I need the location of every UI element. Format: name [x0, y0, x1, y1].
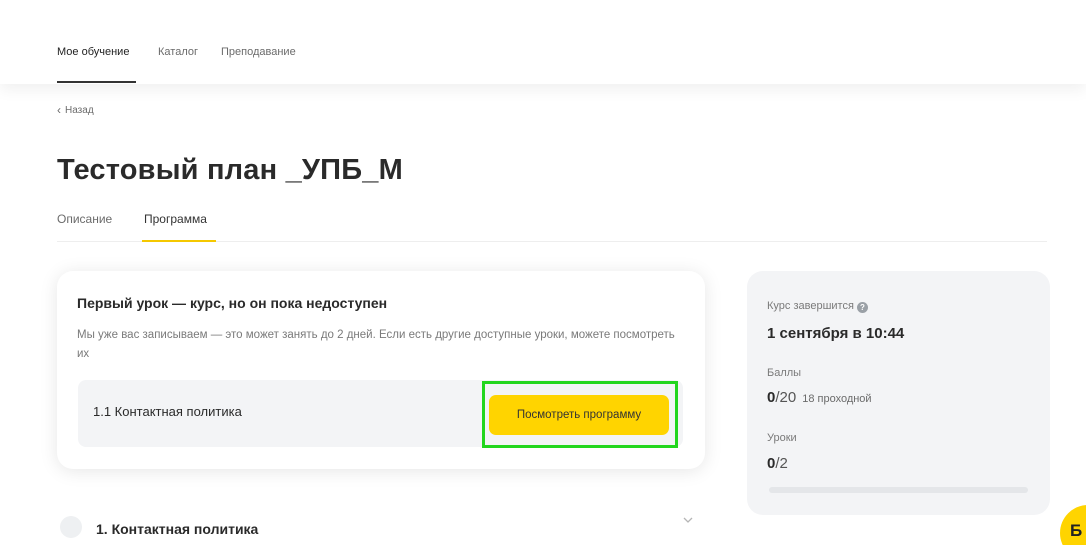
notice-title: Первый урок — курс, но он пока недоступе…	[77, 295, 388, 311]
course-ends-text: Курс завершится	[767, 300, 854, 312]
course-ends-label: Курс завершится?	[767, 300, 868, 313]
points-total: /20	[775, 389, 797, 406]
course-end-date: 1 сентября в 10:44	[767, 325, 905, 342]
lessons-value: 0/2	[767, 455, 788, 473]
back-link[interactable]: ‹ Назад	[57, 104, 94, 116]
nav-catalog[interactable]: Каталог	[158, 46, 198, 58]
tab-description[interactable]: Описание	[57, 212, 112, 226]
nav-teaching[interactable]: Преподавание	[221, 46, 296, 58]
course-info-panel: Курс завершится? 1 сентября в 10:44 Балл…	[747, 271, 1050, 515]
chat-icon: Б	[1070, 521, 1083, 540]
top-navigation: Мое обучение Каталог Преподавание	[0, 0, 1086, 84]
lesson-title: 1.1 Контактная политика	[93, 404, 242, 419]
lessons-total: /2	[775, 455, 788, 472]
chevron-left-icon: ‹	[57, 103, 61, 117]
nav-my-learning[interactable]: Мое обучение	[57, 46, 129, 58]
help-icon[interactable]: ?	[856, 302, 868, 313]
lessons-progress-bar	[769, 487, 1028, 493]
module-status-icon	[60, 516, 82, 538]
view-program-button[interactable]: Посмотреть программу	[489, 395, 669, 435]
chat-widget-button[interactable]: Б	[1060, 505, 1086, 545]
chevron-down-icon[interactable]	[682, 514, 694, 526]
lessons-label: Уроки	[767, 432, 797, 444]
module-row[interactable]: 1. Контактная политика	[60, 512, 705, 545]
page-title: Тестовый план _УПБ_М	[57, 154, 403, 186]
back-label: Назад	[65, 104, 94, 116]
notice-description: Мы уже вас записываем — это может занять…	[77, 329, 675, 360]
tab-active-underline	[142, 240, 216, 242]
points-passing: 18 проходной	[802, 393, 872, 405]
module-title: 1. Контактная политика	[96, 521, 259, 537]
points-value: 0/20 18 проходной	[767, 389, 872, 407]
nav-active-underline	[57, 81, 136, 83]
points-label: Баллы	[767, 367, 802, 379]
tab-program[interactable]: Программа	[144, 212, 207, 226]
